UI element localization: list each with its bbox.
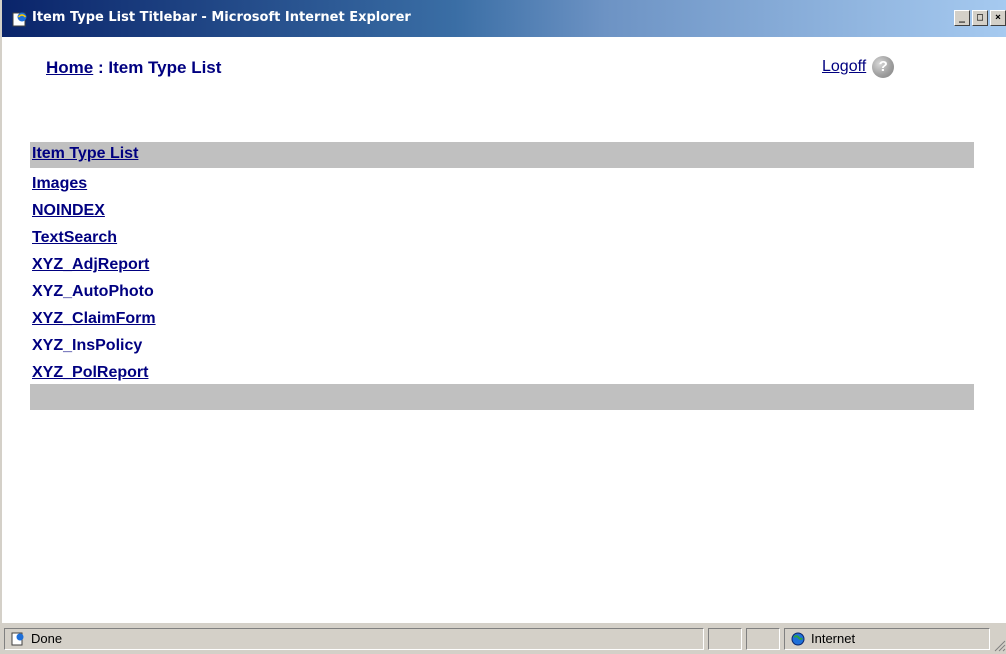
status-panel-main: Done xyxy=(4,628,704,650)
help-icon[interactable]: ? xyxy=(872,56,895,78)
logoff-link[interactable]: Logoff xyxy=(822,58,866,76)
status-bar: Done Internet xyxy=(2,622,1006,654)
status-panel-zone: Internet xyxy=(784,628,990,650)
home-link[interactable]: Home xyxy=(46,58,93,77)
breadcrumb-separator: : xyxy=(97,58,104,77)
minimize-button[interactable]: _ xyxy=(954,10,970,26)
window-title: Item Type List Titlebar - Microsoft Inte… xyxy=(32,10,411,25)
title-bar[interactable]: Item Type List Titlebar - Microsoft Inte… xyxy=(2,0,1006,37)
internet-globe-icon xyxy=(791,632,805,646)
list-item-xyz-polreport[interactable]: XYZ_PolReport xyxy=(32,359,156,386)
list-item-xyz-claimform[interactable]: XYZ_ClaimForm xyxy=(32,305,156,332)
browser-window: Item Type List Titlebar - Microsoft Inte… xyxy=(0,0,1006,654)
maximize-button[interactable]: □ xyxy=(972,10,988,26)
list-header-band: Item Type List xyxy=(30,142,974,168)
close-button[interactable]: × xyxy=(990,10,1006,26)
resize-grip-icon[interactable] xyxy=(992,638,1006,652)
item-type-list: Images NOINDEX TextSearch XYZ_AdjReport … xyxy=(32,170,156,386)
breadcrumb: Home : Item Type List xyxy=(46,58,221,78)
list-item-xyz-autophoto: XYZ_AutoPhoto xyxy=(32,283,154,300)
list-item-xyz-adjreport[interactable]: XYZ_AdjReport xyxy=(32,251,156,278)
list-item-noindex[interactable]: NOINDEX xyxy=(32,197,156,224)
list-item-textsearch[interactable]: TextSearch xyxy=(32,224,156,251)
list-item-images[interactable]: Images xyxy=(32,170,156,197)
status-text: Done xyxy=(31,631,63,646)
zone-text: Internet xyxy=(811,631,856,646)
list-header-link[interactable]: Item Type List xyxy=(32,145,138,163)
status-panel-progress xyxy=(708,628,742,650)
logoff-area: Logoff ? xyxy=(822,56,895,78)
list-footer-band xyxy=(30,384,974,410)
status-panel-secure xyxy=(746,628,780,650)
ie-page-icon xyxy=(12,12,27,27)
breadcrumb-current: Item Type List xyxy=(108,58,222,77)
window-controls: _ □ × xyxy=(954,10,1006,28)
list-item-xyz-inspolicy: XYZ_InsPolicy xyxy=(32,337,143,354)
page-done-icon xyxy=(11,632,24,646)
page-content: Home : Item Type List Logoff ? Item Type… xyxy=(4,37,1006,620)
